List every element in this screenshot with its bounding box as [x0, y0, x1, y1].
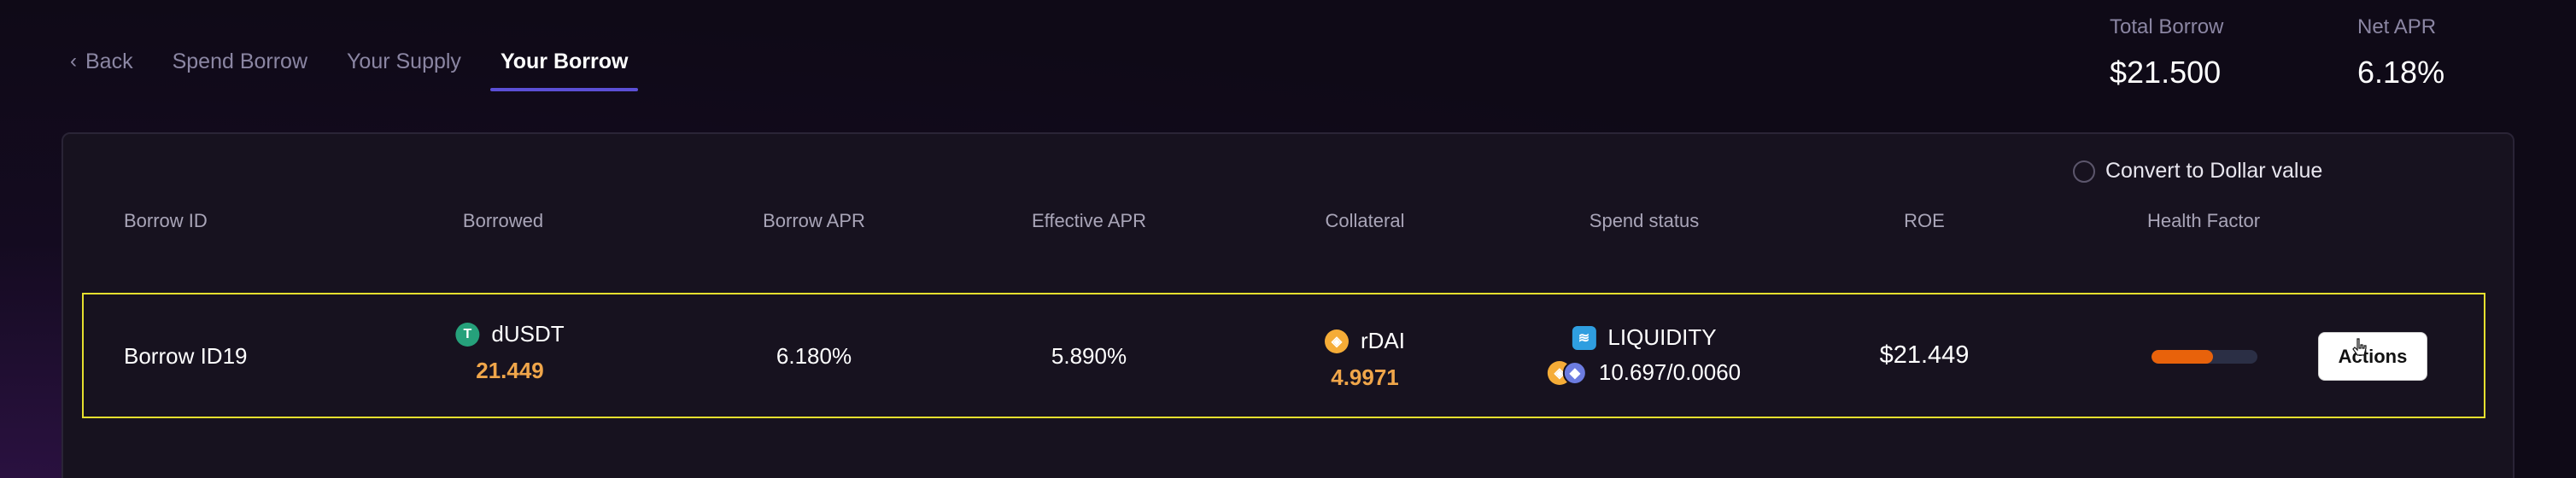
- header-effective-apr: Effective APR: [1031, 210, 1147, 231]
- header-collateral: Collateral: [1325, 210, 1405, 231]
- effective-apr-cell: 5.890%: [1051, 343, 1127, 369]
- borrowed-cell: T dUSDT 21.449: [455, 321, 565, 384]
- tab-spend-borrow-label: Spend Borrow: [172, 49, 308, 73]
- total-borrow-label: Total Borrow: [2110, 15, 2224, 38]
- tether-icon: T: [455, 322, 480, 347]
- header-borrow-apr: Borrow APR: [763, 210, 865, 231]
- top-nav: ‹ Back Spend Borrow Your Supply Your Bor…: [70, 44, 667, 91]
- net-apr-stat: Net APR 6.18%: [2357, 15, 2444, 90]
- tab-your-supply-label: Your Supply: [347, 49, 461, 73]
- collateral-token-name: rDAI: [1361, 328, 1405, 353]
- total-borrow-value: $21.500: [2110, 55, 2222, 90]
- spend-status-text: LIQUIDITY: [1607, 324, 1717, 350]
- net-apr-value: 6.18%: [2357, 55, 2445, 90]
- nav-back[interactable]: ‹ Back: [70, 50, 133, 74]
- header-borrowed: Borrowed: [462, 210, 544, 231]
- liquidity-icon: ≋: [1572, 325, 1596, 350]
- dai-icon: ◈: [1325, 329, 1349, 353]
- tab-your-borrow[interactable]: Your Borrow: [489, 49, 639, 91]
- tab-spend-borrow[interactable]: Spend Borrow: [173, 50, 307, 74]
- header-borrow-id: Borrow ID: [124, 210, 208, 231]
- borrow-id-cell: Borrow ID19: [124, 343, 248, 369]
- total-borrow-stat: Total Borrow $21.500: [2110, 15, 2223, 90]
- table-header: Borrow ID Borrowed Borrow APR Effective …: [0, 210, 2576, 236]
- borrow-apr-cell: 6.180%: [776, 343, 852, 369]
- borrowed-token: T dUSDT: [455, 321, 565, 347]
- cursor-icon: [2352, 338, 2367, 356]
- convert-dollar-toggle[interactable]: Convert to Dollar value: [2073, 159, 2322, 184]
- borrowed-token-name: dUSDT: [491, 321, 565, 347]
- collateral-token: ◈ rDAI: [1325, 328, 1405, 354]
- collateral-cell: ◈ rDAI 4.9971: [1325, 328, 1405, 391]
- spend-status-label: ≋ LIQUIDITY: [1548, 324, 1741, 351]
- roe-cell: $21.449: [1879, 341, 1970, 369]
- health-factor-bar: [2152, 350, 2257, 364]
- health-factor-fill: [2152, 350, 2213, 364]
- table-row[interactable]: [82, 293, 2485, 418]
- net-apr-label: Net APR: [2357, 15, 2437, 38]
- header-spend-status: Spend status: [1589, 210, 1700, 231]
- collateral-amount: 4.9971: [1331, 364, 1399, 390]
- eth-icon: ◆: [1562, 360, 1587, 385]
- convert-radio[interactable]: [2073, 160, 2095, 183]
- actions-button[interactable]: Actions: [2318, 332, 2427, 381]
- tab-your-supply[interactable]: Your Supply: [347, 50, 461, 74]
- spend-status-cell: ≋ LIQUIDITY ◈ ◆ 10.697/0.0060: [1547, 324, 1742, 386]
- borrowed-amount: 21.449: [476, 358, 544, 383]
- nav-back-label: Back: [85, 49, 133, 73]
- chevron-left-icon: ‹: [70, 50, 77, 73]
- active-tab-underline: [489, 87, 639, 91]
- convert-label: Convert to Dollar value: [2105, 159, 2323, 183]
- header-roe: ROE: [1904, 210, 1945, 231]
- spend-pair: ◈ ◆ 10.697/0.0060: [1547, 359, 1742, 386]
- header-health-factor: Health Factor: [2146, 210, 2261, 231]
- spend-pair-text: 10.697/0.0060: [1598, 359, 1742, 385]
- tab-your-borrow-label: Your Borrow: [500, 49, 629, 73]
